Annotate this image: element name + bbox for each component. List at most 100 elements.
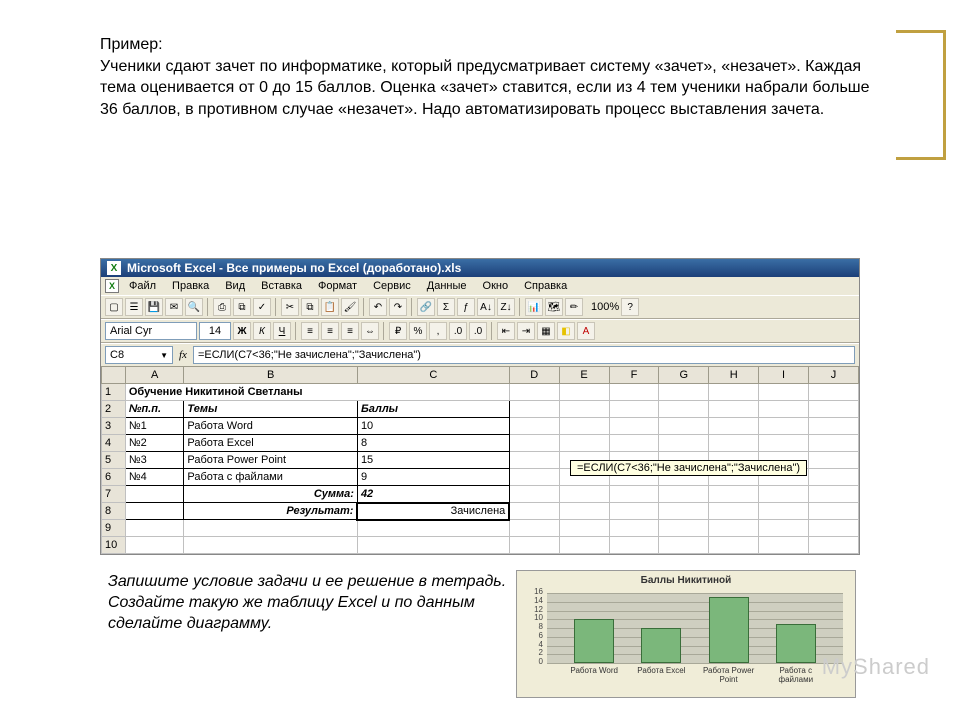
redo-icon[interactable]: ↷ [389,298,407,316]
menu-insert[interactable]: Вставка [255,279,308,293]
help-icon[interactable]: ? [621,298,639,316]
bold-icon[interactable]: Ж [233,322,251,340]
cell[interactable] [559,503,609,520]
menu-view[interactable]: Вид [219,279,251,293]
save-icon[interactable]: 💾 [145,298,163,316]
col-header-J[interactable]: J [809,367,859,384]
col-header-A[interactable]: A [125,367,184,384]
cell[interactable] [509,384,559,401]
indent-more-icon[interactable]: ⇥ [517,322,535,340]
cell[interactable] [357,520,509,537]
indent-less-icon[interactable]: ⇤ [497,322,515,340]
cell[interactable] [809,452,859,469]
copy-icon[interactable]: ⧉ [301,298,319,316]
cell[interactable] [509,401,559,418]
col-header-D[interactable]: D [509,367,559,384]
name-box[interactable]: C8 ▼ [105,346,173,364]
menu-help[interactable]: Справка [518,279,573,293]
align-left-icon[interactable]: ≡ [301,322,319,340]
cell[interactable]: Результат: [184,503,358,520]
cell[interactable]: Работа с файлами [184,469,358,486]
cell[interactable]: Обучение Никитиной Светланы [125,384,509,401]
cell[interactable] [659,520,709,537]
cell[interactable] [759,401,809,418]
cell[interactable] [759,503,809,520]
search-icon[interactable]: 🔍 [185,298,203,316]
cell[interactable] [609,418,659,435]
cell[interactable] [659,401,709,418]
preview-icon[interactable]: ⧉ [233,298,251,316]
row-header[interactable]: 4 [102,435,126,452]
cell[interactable] [809,384,859,401]
undo-icon[interactable]: ↶ [369,298,387,316]
font-name-field[interactable] [105,322,197,340]
menu-edit[interactable]: Правка [166,279,215,293]
cell[interactable]: №3 [125,452,184,469]
cell[interactable] [559,435,609,452]
cell[interactable] [559,537,609,554]
sort-desc-icon[interactable]: Z↓ [497,298,515,316]
cell[interactable] [509,469,559,486]
paste-icon[interactable]: 📋 [321,298,339,316]
cell[interactable] [659,435,709,452]
link-icon[interactable]: 🔗 [417,298,435,316]
row-header[interactable]: 8 [102,503,126,520]
cell[interactable] [559,384,609,401]
cell[interactable] [609,537,659,554]
mail-icon[interactable]: ✉ [165,298,183,316]
cut-icon[interactable]: ✂ [281,298,299,316]
col-header-C[interactable]: C [357,367,509,384]
borders-icon[interactable]: ▦ [537,322,555,340]
font-size-field[interactable] [199,322,231,340]
cell[interactable] [609,435,659,452]
cell[interactable] [559,486,609,503]
cell[interactable] [659,537,709,554]
cell[interactable] [559,418,609,435]
cell[interactable] [357,537,509,554]
cell[interactable] [709,418,759,435]
fn-icon[interactable]: ƒ [457,298,475,316]
cell[interactable] [509,452,559,469]
cell[interactable] [509,486,559,503]
cell[interactable]: №2 [125,435,184,452]
cell[interactable] [125,520,184,537]
col-header-H[interactable]: H [709,367,759,384]
cell[interactable] [659,503,709,520]
cell[interactable] [184,520,358,537]
formula-input[interactable]: =ЕСЛИ(C7<36;"Не зачислена";"Зачислена") [193,346,855,364]
cell[interactable] [125,503,184,520]
cell[interactable] [809,503,859,520]
menu-format[interactable]: Формат [312,279,363,293]
cell[interactable] [709,503,759,520]
row-header[interactable]: 7 [102,486,126,503]
cell[interactable]: №4 [125,469,184,486]
cell[interactable] [809,469,859,486]
cell[interactable]: Работа Excel [184,435,358,452]
cell[interactable] [709,401,759,418]
chart-icon[interactable]: 📊 [525,298,543,316]
underline-icon[interactable]: Ч [273,322,291,340]
col-header-I[interactable]: I [759,367,809,384]
cell[interactable] [809,520,859,537]
cell[interactable]: Работа Power Point [184,452,358,469]
cell[interactable] [809,486,859,503]
menu-data[interactable]: Данные [421,279,473,293]
cell[interactable] [125,537,184,554]
cell[interactable] [609,401,659,418]
cell[interactable] [759,537,809,554]
row-header[interactable]: 10 [102,537,126,554]
cell[interactable] [759,418,809,435]
dec-dec-icon[interactable]: .0 [469,322,487,340]
drawing-icon[interactable]: ✏ [565,298,583,316]
cell[interactable] [559,401,609,418]
corner-cell[interactable] [102,367,126,384]
col-header-B[interactable]: B [184,367,358,384]
new-icon[interactable]: ▢ [105,298,123,316]
cell[interactable] [709,486,759,503]
map-icon[interactable]: 🗺 [545,298,563,316]
print-icon[interactable]: ⎙ [213,298,231,316]
cell[interactable] [509,435,559,452]
dec-inc-icon[interactable]: .0 [449,322,467,340]
sum-icon[interactable]: Σ [437,298,455,316]
cell[interactable]: Зачислена [357,503,509,520]
